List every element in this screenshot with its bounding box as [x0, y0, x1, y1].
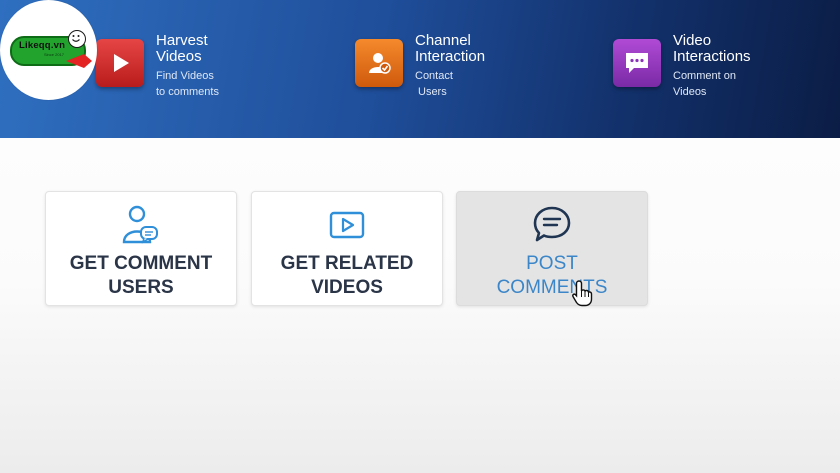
get-comment-users-button[interactable]: GET COMMENT USERS	[45, 191, 237, 306]
feature-subtitle: Videos	[673, 86, 707, 98]
feature-title: Interactions	[673, 48, 751, 65]
brand-logo: Likeqq.vn Since 2017	[0, 0, 97, 100]
play-icon	[96, 39, 144, 87]
feature-title: Channel	[415, 32, 471, 49]
feature-subtitle: to comments	[156, 86, 219, 98]
feature-channel-interaction[interactable]: Channel Interaction Contact Users	[355, 33, 485, 100]
chat-bubble-icon	[531, 204, 573, 246]
feature-subtitle: Find Videos	[156, 70, 214, 82]
hand-cursor-icon	[572, 280, 593, 307]
feature-title: Videos	[156, 48, 202, 65]
post-comments-button[interactable]: POST COMMENTS	[456, 191, 648, 306]
feature-harvest-videos[interactable]: Harvest Videos Find Videos to comments	[96, 33, 219, 100]
user-check-icon	[355, 39, 403, 87]
feature-title: Interaction	[415, 48, 486, 65]
card-label: GET COMMENT USERS	[69, 253, 213, 298]
feature-subtitle: Users	[418, 86, 447, 98]
get-related-videos-button[interactable]: GET RELATED VIDEOS	[251, 191, 443, 306]
video-play-icon	[328, 204, 366, 246]
card-label: GET RELATED VIDEOS	[280, 253, 414, 298]
feature-title: Harvest	[156, 32, 208, 49]
logo-arrow-icon	[66, 54, 92, 68]
feature-subtitle: Contact	[415, 70, 453, 82]
smiley-icon	[68, 30, 86, 48]
comment-dots-icon	[613, 39, 661, 87]
feature-subtitle: Comment on	[673, 70, 736, 82]
feature-title: Video	[673, 32, 712, 49]
logo-text: Likeqq.vn	[19, 40, 66, 51]
header-banner: Harvest Videos Find Videos to comments C…	[0, 0, 840, 138]
user-comment-icon	[121, 204, 161, 246]
feature-video-interactions[interactable]: Video Interactions Comment on Videos	[613, 33, 751, 100]
logo-tagline: Since 2017	[44, 52, 65, 57]
